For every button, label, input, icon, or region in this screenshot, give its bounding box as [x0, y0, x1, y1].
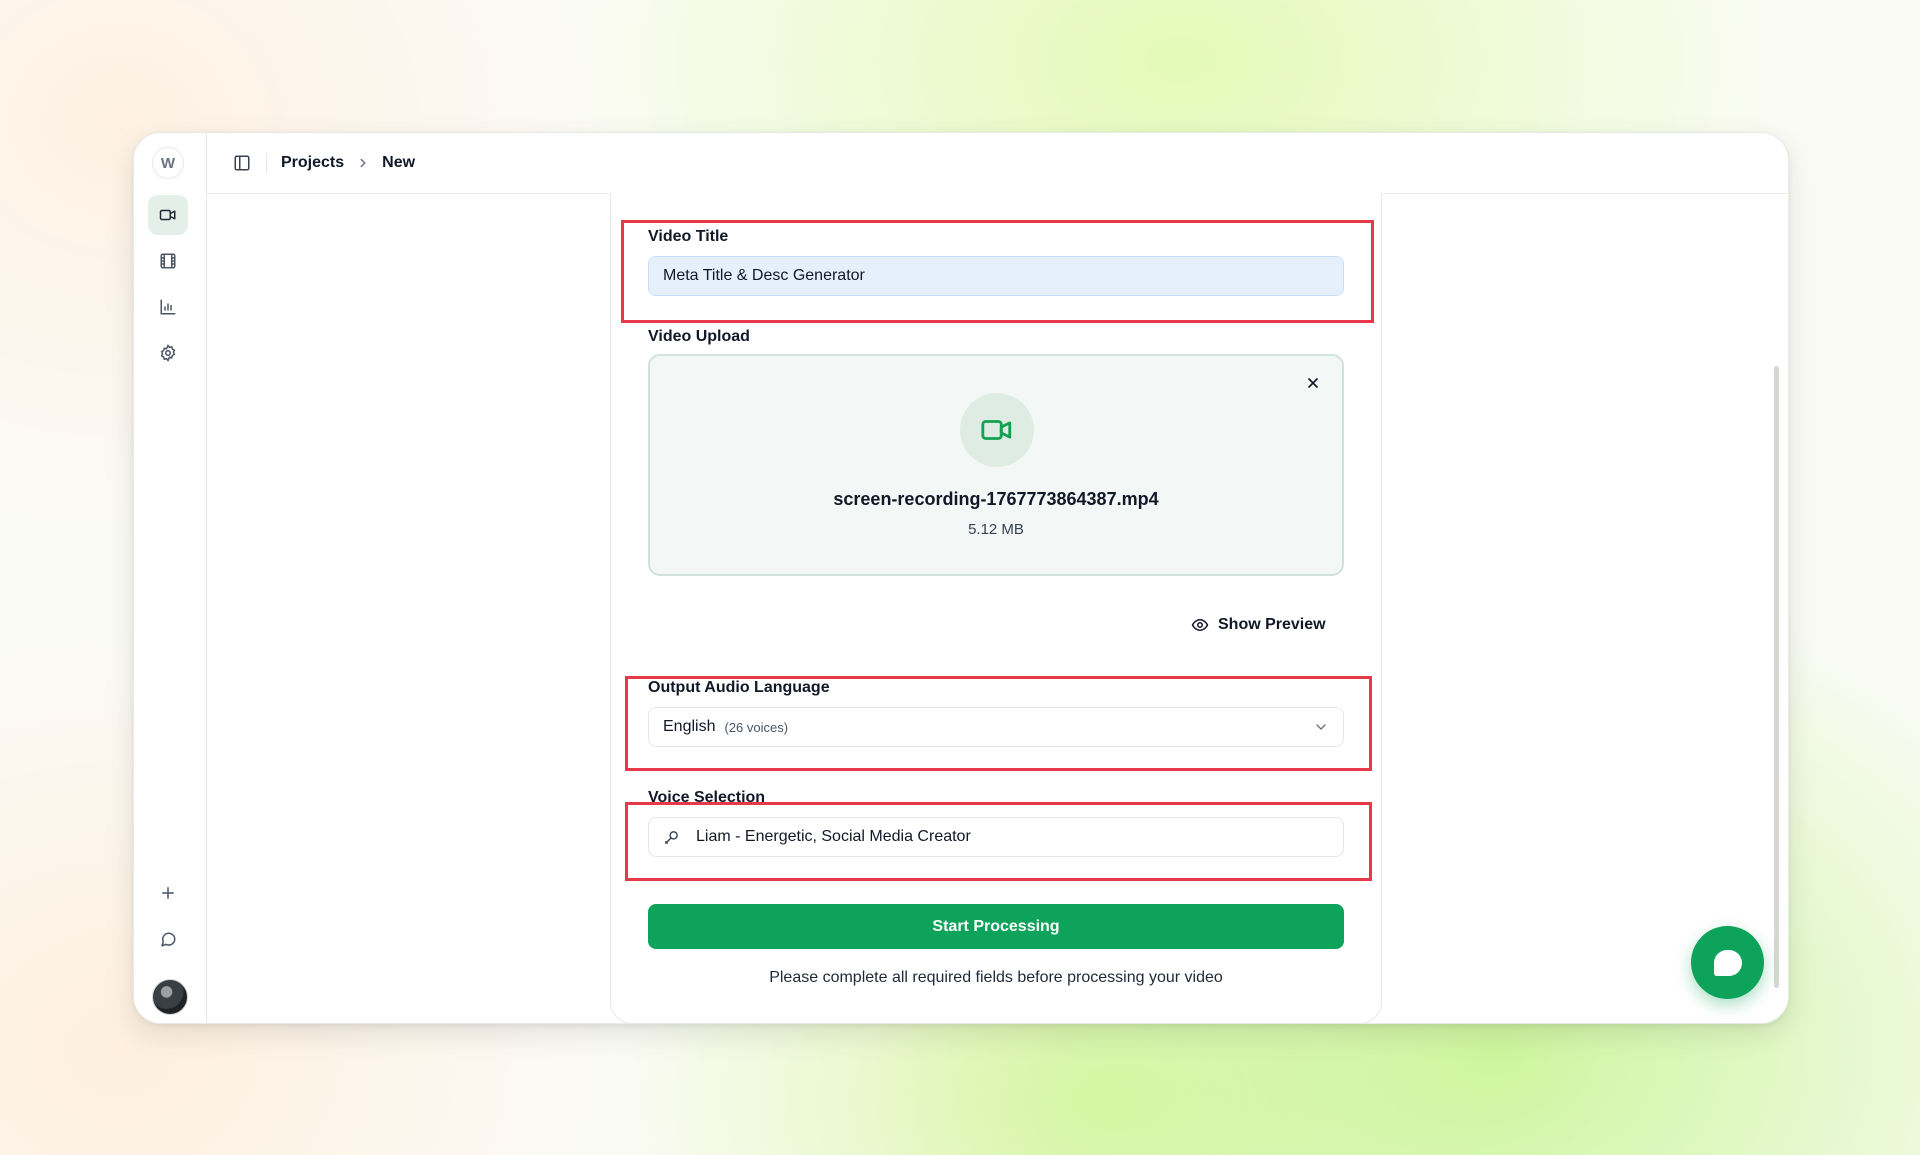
voice-selection-label: Voice Selection [648, 789, 766, 806]
voice-count: (26 voices) [724, 719, 789, 735]
chevron-right-icon [356, 156, 370, 170]
breadcrumb-current: New [382, 154, 416, 171]
video-camera-icon [159, 209, 176, 221]
eye-icon [1191, 618, 1209, 632]
output-language-label: Output Audio Language [648, 679, 830, 696]
top-bar: Projects New [206, 133, 1788, 194]
video-camera-icon [981, 420, 1012, 440]
sidebar-item-analytics[interactable] [148, 287, 188, 327]
chat-support-button[interactable] [1691, 926, 1764, 999]
bar-chart-icon [160, 299, 176, 315]
message-icon [161, 932, 176, 947]
avatar[interactable] [152, 979, 188, 1015]
video-title-label: Video Title [648, 228, 729, 245]
uploaded-file-size: 5.12 MB [968, 521, 1024, 538]
show-preview-button[interactable]: Show Preview [1191, 611, 1326, 639]
scrollbar[interactable] [1774, 366, 1779, 988]
sidebar-item-settings[interactable] [148, 333, 188, 373]
gear-icon [160, 344, 176, 362]
workspace-logo[interactable]: W [152, 147, 184, 179]
video-upload-label: Video Upload [648, 328, 750, 345]
show-preview-label: Show Preview [1218, 616, 1326, 633]
film-icon [160, 253, 176, 269]
microphone-icon [663, 829, 680, 846]
divider [266, 153, 267, 173]
start-processing-button[interactable]: Start Processing [648, 904, 1344, 949]
breadcrumb-projects[interactable]: Projects [281, 154, 344, 172]
output-language-select[interactable]: English (26 voices) [648, 707, 1344, 747]
panel-left-icon [234, 155, 250, 171]
sidebar: W [134, 133, 207, 1023]
selected-language: English [663, 718, 716, 735]
video-file-icon-badge [960, 393, 1034, 467]
new-project-form: Video Title Video Upload screen-recordin… [610, 193, 1382, 1023]
plus-icon [162, 887, 174, 899]
close-icon [1308, 378, 1318, 388]
remove-file-button[interactable] [1302, 372, 1324, 394]
selected-voice: Liam - Energetic, Social Media Creator [696, 828, 971, 845]
chat-bubble-icon [1713, 949, 1742, 976]
chevron-down-icon [1313, 719, 1329, 735]
sidebar-item-library[interactable] [148, 241, 188, 281]
uploaded-file-name: screen-recording-1767773864387.mp4 [833, 489, 1159, 509]
sidebar-new-button[interactable] [148, 873, 188, 913]
video-title-input[interactable] [648, 256, 1344, 296]
helper-text: Please complete all required fields befo… [769, 969, 1223, 986]
toggle-sidebar-button[interactable] [232, 153, 252, 173]
app-window: W Projects New Video Title Meta Title & … [133, 132, 1789, 1024]
video-upload-dropzone[interactable]: screen-recording-1767773864387.mp4 5.12 … [648, 354, 1344, 576]
sidebar-item-videos[interactable] [148, 195, 188, 235]
main-content: Video Title Video Upload screen-recordin… [206, 193, 1788, 1023]
voice-selection-field[interactable]: Liam - Energetic, Social Media Creator [648, 817, 1344, 857]
sidebar-chat-button[interactable] [148, 919, 188, 959]
